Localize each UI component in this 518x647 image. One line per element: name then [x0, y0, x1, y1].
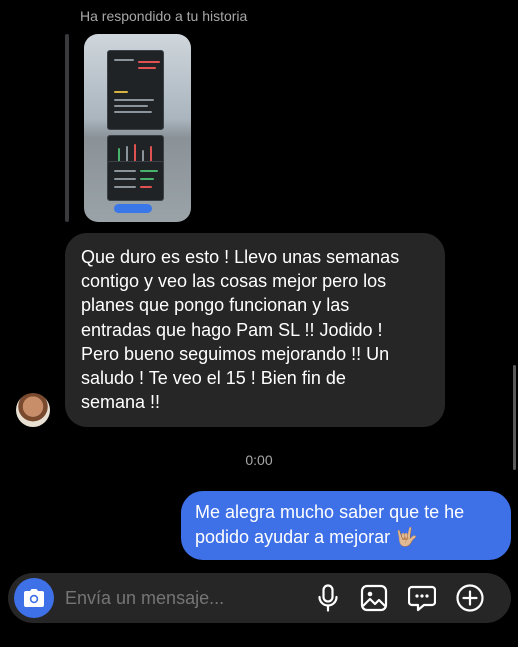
sticker-button[interactable]: [406, 582, 438, 614]
camera-icon: [24, 589, 44, 607]
incoming-message-bubble[interactable]: Que duro es esto ! Llevo unas semanas co…: [65, 233, 445, 427]
avatar[interactable]: [16, 393, 50, 427]
gallery-button[interactable]: [358, 582, 390, 614]
camera-button[interactable]: [14, 578, 54, 618]
reply-label: Ha respondido a tu historia: [80, 8, 248, 24]
reply-quote-bar: [65, 34, 69, 222]
story-card-top: [107, 50, 164, 130]
outgoing-message-bubble[interactable]: Me alegra mucho saber que te he podido a…: [181, 491, 511, 560]
add-button[interactable]: [454, 582, 486, 614]
microphone-button[interactable]: [312, 582, 344, 614]
scrollbar[interactable]: [513, 365, 516, 470]
plus-icon: [456, 584, 484, 612]
image-icon: [360, 584, 388, 612]
incoming-message-text: Que duro es esto ! Llevo unas semanas co…: [81, 247, 400, 413]
sticker-icon: [408, 585, 436, 612]
microphone-icon: [318, 584, 338, 612]
story-mini-bubble: [114, 204, 152, 213]
message-timestamp: 0:00: [245, 452, 273, 468]
story-card-bottom: [107, 161, 164, 201]
outgoing-message-text: Me alegra mucho saber que te he podido a…: [195, 502, 465, 547]
message-composer: [8, 573, 511, 623]
story-thumbnail[interactable]: [84, 34, 191, 222]
message-input[interactable]: [65, 573, 305, 623]
